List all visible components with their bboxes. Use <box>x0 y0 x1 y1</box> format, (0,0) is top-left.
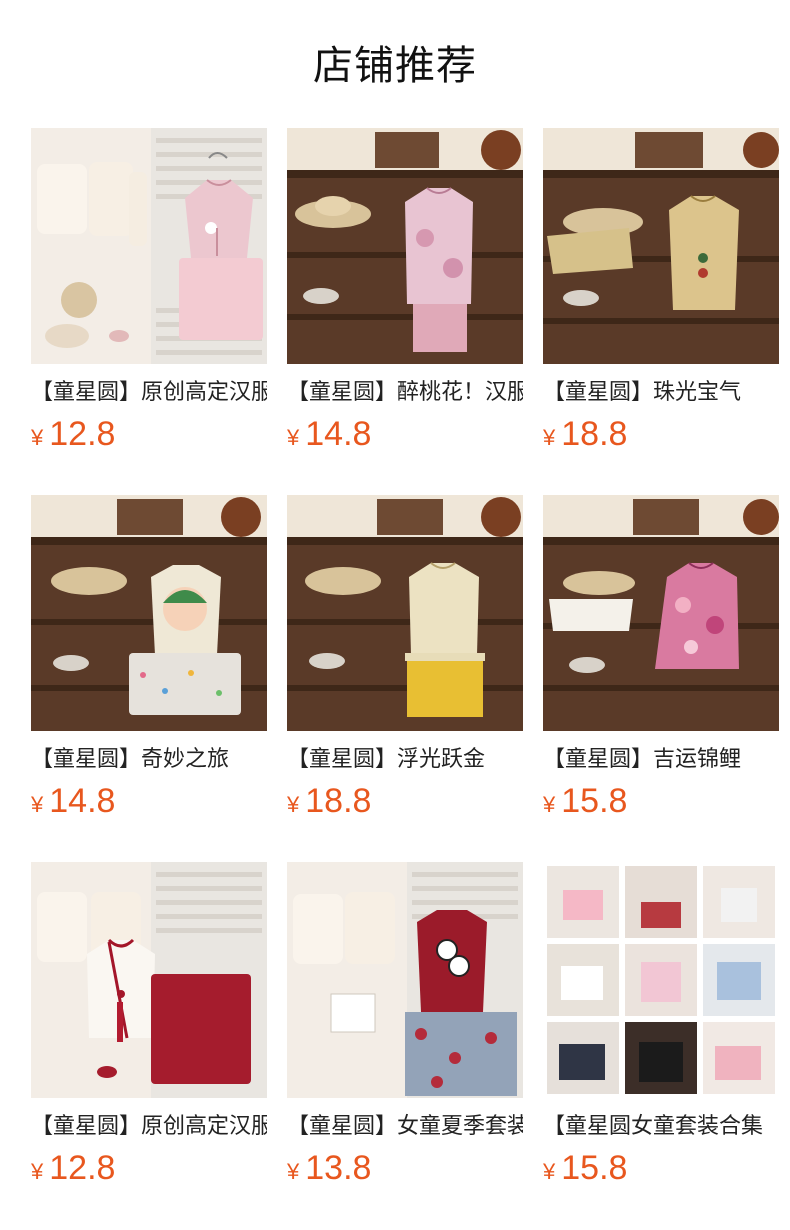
product-image[interactable] <box>287 495 523 731</box>
product-title[interactable]: 【童星圆】珠光宝气 <box>543 376 779 410</box>
currency-symbol: ¥ <box>287 792 300 817</box>
outfit-collage-grid-icon <box>543 862 779 1098</box>
product-card[interactable]: 【童星圆】醉桃花！汉服套装 ¥14.8 <box>287 128 523 458</box>
currency-symbol: ¥ <box>31 1159 44 1184</box>
product-title[interactable]: 【童星圆】吉运锦鲤 <box>543 743 779 777</box>
product-image[interactable] <box>543 128 779 364</box>
product-card[interactable]: 【童星圆女童套装合集 ¥15.8 <box>543 862 779 1192</box>
product-image[interactable] <box>287 862 523 1098</box>
product-card[interactable]: 【童星圆】奇妙之旅 ¥14.8 <box>31 495 267 825</box>
price-amount: 14.8 <box>49 782 116 820</box>
product-card[interactable]: 【童星圆】原创高定汉服马面裙 ¥12.8 <box>31 128 267 458</box>
product-image[interactable] <box>543 862 779 1098</box>
currency-symbol: ¥ <box>287 425 300 450</box>
product-title[interactable]: 【童星圆】原创高定汉服马面裙 <box>31 376 267 410</box>
price-amount: 12.8 <box>49 1149 116 1187</box>
product-price: ¥18.8 <box>543 412 627 456</box>
product-card[interactable]: 【童星圆】原创高定汉服套装 ¥12.8 <box>31 862 267 1192</box>
price-amount: 15.8 <box>561 1149 628 1187</box>
currency-symbol: ¥ <box>543 1159 556 1184</box>
product-image[interactable] <box>543 495 779 731</box>
product-card[interactable]: 【童星圆】珠光宝气 ¥18.8 <box>543 128 779 458</box>
product-card[interactable]: 【童星圆】吉运锦鲤 ¥15.8 <box>543 495 779 825</box>
cartoon-girl-vest-set-icon <box>31 495 267 731</box>
price-amount: 14.8 <box>305 415 372 453</box>
product-title[interactable]: 【童星圆】女童夏季套装 <box>287 1110 523 1144</box>
koi-print-qipao-top-icon <box>543 495 779 731</box>
product-image[interactable] <box>31 495 267 731</box>
product-price: ¥14.8 <box>31 779 115 823</box>
pink-qipao-vest-set-icon <box>31 128 267 364</box>
product-grid: 【童星圆】原创高定汉服马面裙 ¥12.8 <box>31 128 790 1228</box>
product-title[interactable]: 【童星圆】浮光跃金 <box>287 743 523 777</box>
gold-qipao-vest-icon <box>543 128 779 364</box>
product-price: ¥14.8 <box>287 412 371 456</box>
product-price: ¥13.8 <box>287 1146 371 1190</box>
product-image[interactable] <box>31 128 267 364</box>
product-price: ¥12.8 <box>31 412 115 456</box>
product-title[interactable]: 【童星圆女童套装合集 <box>543 1110 779 1144</box>
price-amount: 12.8 <box>49 415 116 453</box>
currency-symbol: ¥ <box>287 1159 300 1184</box>
price-amount: 13.8 <box>305 1149 372 1187</box>
product-price: ¥12.8 <box>31 1146 115 1190</box>
product-card[interactable]: 【童星圆】女童夏季套装 ¥13.8 <box>287 862 523 1192</box>
price-amount: 15.8 <box>561 782 628 820</box>
product-price: ¥15.8 <box>543 779 627 823</box>
product-price: ¥18.8 <box>287 779 371 823</box>
currency-symbol: ¥ <box>31 792 44 817</box>
product-title[interactable]: 【童星圆】醉桃花！汉服套装 <box>287 376 523 410</box>
price-amount: 18.8 <box>305 782 372 820</box>
product-price: ¥15.8 <box>543 1146 627 1190</box>
product-image[interactable] <box>287 128 523 364</box>
product-title[interactable]: 【童星圆】原创高定汉服套装 <box>31 1110 267 1144</box>
currency-symbol: ¥ <box>543 792 556 817</box>
price-amount: 18.8 <box>561 415 628 453</box>
page-title: 店铺推荐 <box>313 43 477 89</box>
pink-floral-qipao-top-icon <box>287 128 523 364</box>
currency-symbol: ¥ <box>31 425 44 450</box>
product-image[interactable] <box>31 862 267 1098</box>
white-red-qipao-skirt-set-icon <box>31 862 267 1098</box>
red-tee-floral-pants-set-icon <box>287 862 523 1098</box>
product-title[interactable]: 【童星圆】奇妙之旅 <box>31 743 267 777</box>
product-card[interactable]: 【童星圆】浮光跃金 ¥18.8 <box>287 495 523 825</box>
currency-symbol: ¥ <box>543 425 556 450</box>
gold-lace-qipao-yellow-shorts-icon <box>287 495 523 731</box>
